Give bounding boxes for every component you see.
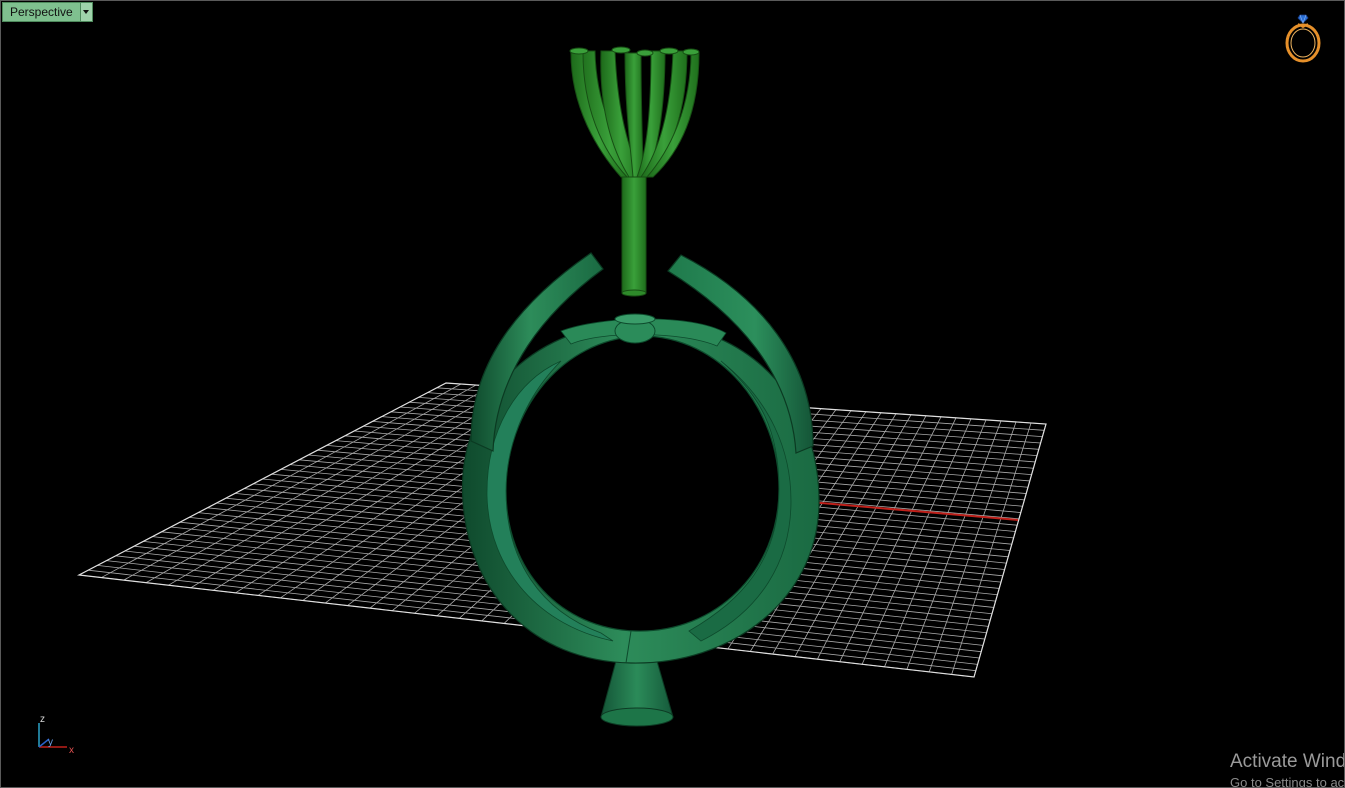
axis-gizmo: z y x bbox=[38, 714, 74, 756]
grid-line bbox=[951, 422, 1032, 675]
axis-z-label: z bbox=[40, 714, 45, 725]
viewport-name[interactable]: Perspective bbox=[3, 3, 80, 21]
axis-y-label: y bbox=[48, 737, 53, 748]
axis-x-label: x bbox=[69, 745, 74, 756]
activate-windows-subtitle: Go to Settings to activate Windows. bbox=[1230, 775, 1345, 788]
grid-line bbox=[884, 419, 987, 667]
activate-windows-title: Activate Windows bbox=[1230, 751, 1344, 772]
chevron-down-icon[interactable] bbox=[79, 3, 92, 21]
scene-canvas[interactable] bbox=[1, 1, 1344, 787]
ring-icon bbox=[1285, 14, 1321, 63]
sprue-cone bbox=[600, 660, 674, 727]
viewport-title-tab[interactable]: Perspective bbox=[2, 2, 93, 22]
perspective-viewport[interactable]: Perspective z y x Activate Windows Go to… bbox=[0, 0, 1345, 788]
grid-line bbox=[928, 421, 1017, 673]
